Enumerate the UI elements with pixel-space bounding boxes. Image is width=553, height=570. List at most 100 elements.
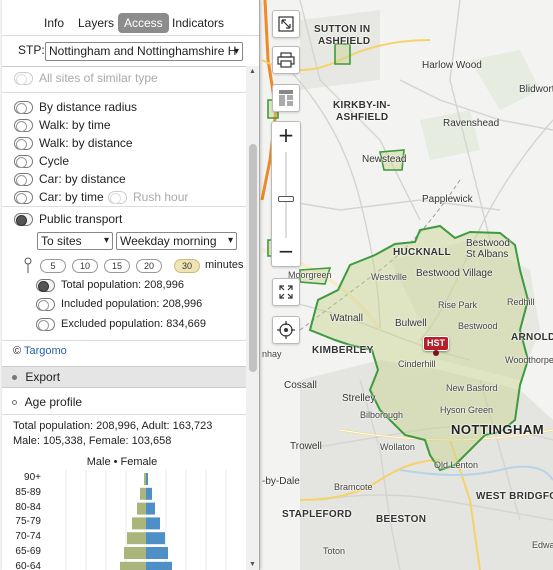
place-label: Rise Park xyxy=(438,300,478,310)
option-label: Cycle xyxy=(39,154,70,168)
place-label: Bestwood Village xyxy=(416,268,493,279)
toggle-icon xyxy=(108,190,127,204)
fullscreen-arrows-icon xyxy=(279,285,293,299)
age-band-label: 70-74 xyxy=(15,531,41,542)
time-select[interactable]: Weekday morning ▾ xyxy=(116,232,237,250)
option-total-population[interactable]: Total population: 208,996 xyxy=(36,277,184,293)
minutes-5[interactable]: 5 xyxy=(40,259,66,273)
stp-label: STP: xyxy=(18,43,45,57)
place-label: Strelley xyxy=(342,393,376,404)
place-label: ASHFIELD xyxy=(336,112,389,123)
age-pyramid-chart xyxy=(65,470,227,570)
stats-total: Total population: 208,996, Adult: 163,72… xyxy=(13,420,213,432)
export-section-header[interactable]: Export xyxy=(2,366,246,388)
option-label: Car: by distance xyxy=(39,172,126,186)
place-label: nhay xyxy=(262,349,282,359)
place-label: Old Lenton xyxy=(434,460,479,470)
pyramid-bar-male xyxy=(144,473,146,485)
toggle-icon xyxy=(14,71,33,85)
bullet-icon xyxy=(12,400,17,406)
place-label: ARNOLD xyxy=(511,332,553,343)
place-label: Bulwell xyxy=(395,318,427,329)
age-profile-header[interactable]: Age profile xyxy=(12,395,82,409)
scroll-down-icon[interactable]: ▼ xyxy=(249,561,256,568)
site-marker[interactable]: HST xyxy=(423,336,449,351)
place-label: WEST BRIDGFORD xyxy=(476,491,553,502)
pyramid-bar-male xyxy=(140,487,146,500)
toggle-icon xyxy=(14,100,33,114)
option-distance-radius[interactable]: By distance radius xyxy=(14,99,137,115)
divider xyxy=(2,340,246,341)
all-sites-toggle[interactable]: All sites of similar type xyxy=(14,70,158,86)
credit-line: © Targomo xyxy=(13,345,67,357)
direction-select-value: To sites xyxy=(41,234,82,248)
tab-bar: Info Layers Access Indicators xyxy=(2,0,259,36)
divider xyxy=(2,206,246,207)
option-car-distance[interactable]: Car: by distance xyxy=(14,171,126,187)
place-label: Toton xyxy=(323,546,346,556)
place-label: NOTTINGHAM xyxy=(451,422,545,437)
option-label: Total population: 208,996 xyxy=(61,279,184,291)
place-label: STAPLEFORD xyxy=(282,509,353,520)
panel-scrollbar[interactable]: ▲ ▼ xyxy=(246,66,259,570)
toggle-icon xyxy=(36,278,55,292)
toggle-icon xyxy=(14,154,33,168)
scrollbar-thumb[interactable] xyxy=(249,144,257,372)
time-select-value: Weekday morning xyxy=(120,234,217,248)
stp-select[interactable]: Nottingham and Nottinghamshire H ▾ xyxy=(45,42,243,61)
place-label: -by-Dale xyxy=(262,476,300,487)
scroll-up-icon[interactable]: ▲ xyxy=(249,68,256,75)
place-label: KIMBERLEY xyxy=(312,345,374,356)
age-profile-label: Age profile xyxy=(24,395,83,409)
toggle-icon xyxy=(14,136,33,150)
side-panel: Info Layers Access Indicators STP: Notti… xyxy=(2,0,260,570)
option-public-transport[interactable]: Public transport xyxy=(14,211,122,227)
option-label: By distance radius xyxy=(39,100,138,114)
zoom-in-button[interactable]: + xyxy=(272,122,300,150)
place-label: Ravenshead xyxy=(443,118,500,129)
place-label: St Albans xyxy=(466,249,509,260)
targomo-link[interactable]: Targomo xyxy=(24,345,67,357)
option-car-time[interactable]: Car: by time xyxy=(14,189,104,205)
tab-indicators[interactable]: Indicators xyxy=(166,13,230,33)
option-walk-time[interactable]: Walk: by time xyxy=(14,117,111,133)
option-excluded-population[interactable]: Excluded population: 834,669 xyxy=(36,316,206,332)
layers-grid-button[interactable] xyxy=(272,84,300,112)
place-label: Westville xyxy=(371,272,407,282)
option-included-population[interactable]: Included population: 208,996 xyxy=(36,296,202,312)
pyramid-bar-female xyxy=(146,502,155,515)
option-label: Walk: by time xyxy=(39,118,111,132)
tab-info[interactable]: Info xyxy=(38,13,70,33)
crosshair-icon xyxy=(277,321,295,339)
print-button[interactable] xyxy=(272,46,300,74)
minutes-15[interactable]: 15 xyxy=(104,259,130,273)
place-label: Watnall xyxy=(330,313,363,324)
stats-gender: Male: 105,338, Female: 103,658 xyxy=(13,435,172,447)
place-label: KIRKBY-IN- xyxy=(333,100,391,111)
pyramid-bar-female xyxy=(146,517,160,530)
minutes-30[interactable]: 30 xyxy=(174,259,200,273)
option-label: Public transport xyxy=(39,212,123,226)
rush-hour-toggle[interactable]: Rush hour xyxy=(108,189,188,205)
option-label: Car: by time xyxy=(39,190,104,204)
direction-select[interactable]: To sites ▾ xyxy=(37,232,113,250)
fit-extent-button[interactable] xyxy=(272,278,300,306)
expand-button[interactable] xyxy=(272,10,300,38)
chevron-down-icon: ▾ xyxy=(103,235,109,246)
tab-layers[interactable]: Layers xyxy=(72,13,120,33)
pyramid-bar-male xyxy=(127,532,146,545)
option-walk-distance[interactable]: Walk: by distance xyxy=(14,135,133,151)
zoom-slider-handle[interactable] xyxy=(278,196,294,202)
place-label: Cossall xyxy=(284,380,317,391)
all-sites-label: All sites of similar type xyxy=(39,71,158,85)
zoom-out-button[interactable]: − xyxy=(272,238,300,266)
zoom-track[interactable] xyxy=(285,152,287,238)
pyramid-bar-male xyxy=(137,502,146,515)
option-cycle[interactable]: Cycle xyxy=(14,153,69,169)
locate-button[interactable] xyxy=(272,316,300,344)
place-label: Hyson Green xyxy=(440,405,494,415)
minutes-20[interactable]: 20 xyxy=(136,259,162,273)
minutes-10[interactable]: 10 xyxy=(72,259,98,273)
grid-layout-icon xyxy=(279,90,293,106)
tab-access[interactable]: Access xyxy=(118,13,169,33)
